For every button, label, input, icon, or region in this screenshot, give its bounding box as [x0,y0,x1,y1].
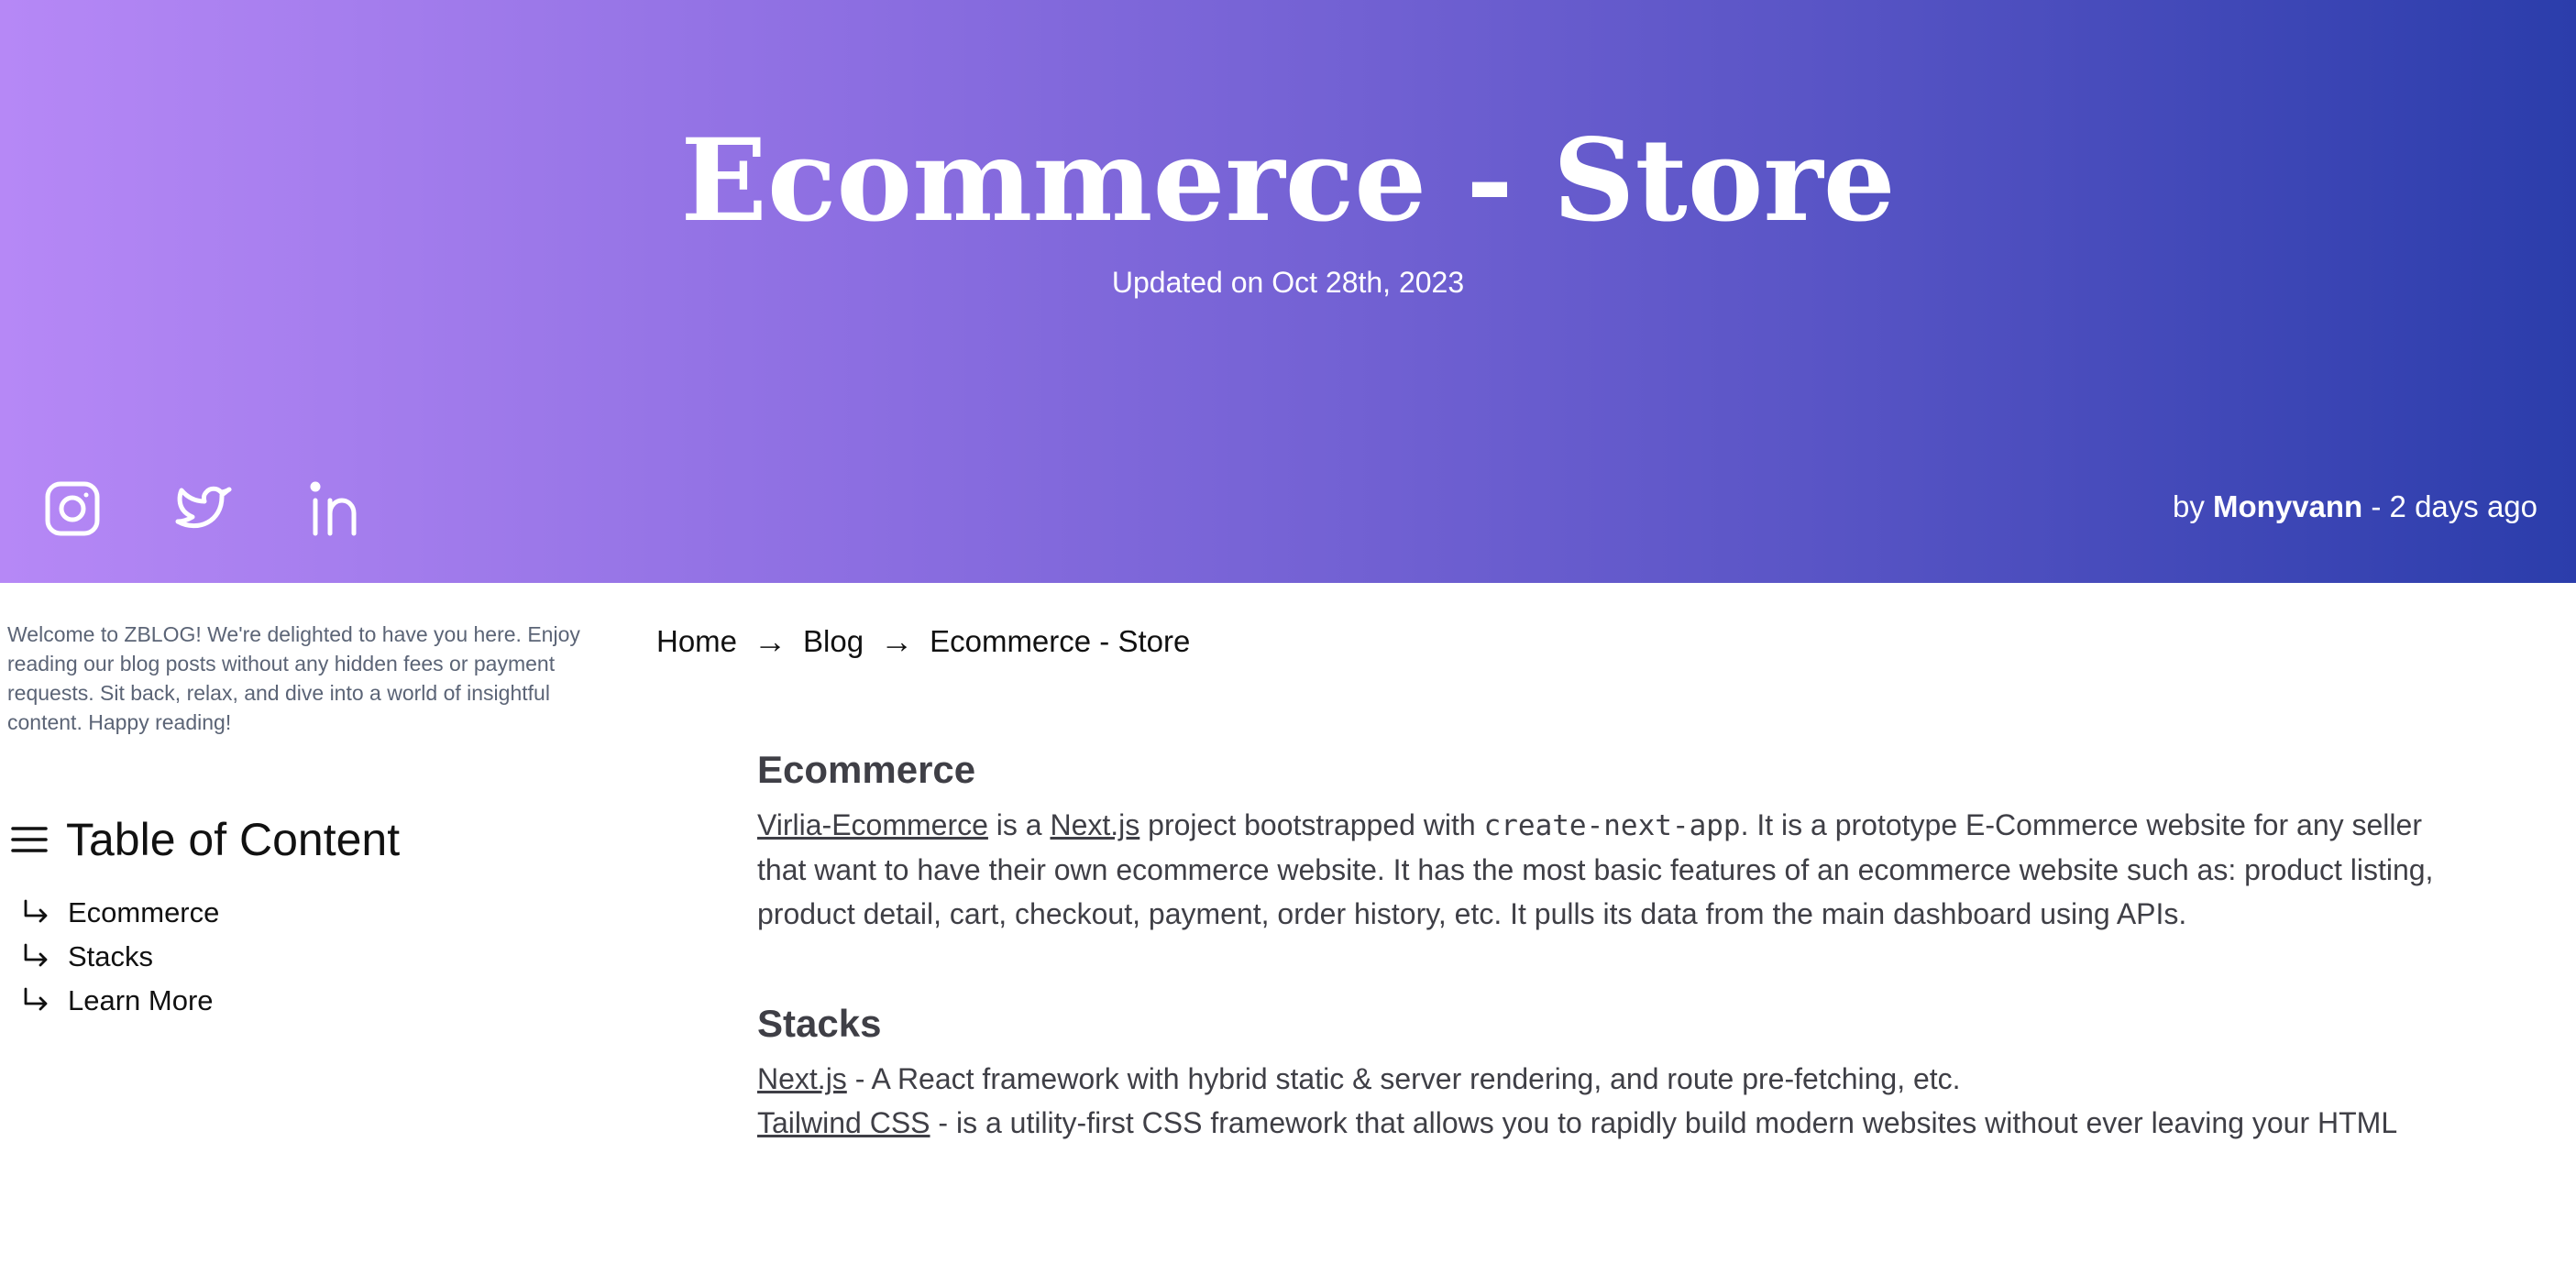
inline-code: create-next-app [1483,809,1741,842]
section-heading-stacks: Stacks [757,1002,882,1045]
breadcrumb-home[interactable]: Home [656,624,737,659]
return-arrow-icon [24,987,48,1011]
page-title: Ecommerce - Store [680,115,1896,247]
paragraph-text: - is a utility-first CSS framework that … [930,1106,2398,1139]
breadcrumb-blog[interactable]: Blog [803,624,864,659]
byline-prefix: by [2173,489,2214,523]
breadcrumb-current: Ecommerce - Store [930,624,1191,658]
toc-title: Table of Content [66,814,401,865]
toc-item-label[interactable]: Ecommerce [68,896,219,929]
toc-item-ecommerce[interactable]: Ecommerce [20,891,219,935]
paragraph-text: project bootstrapped with [1139,808,1484,841]
paragraph-text: - A React framework with hybrid static &… [846,1062,1961,1095]
nextjs-link[interactable]: Next.js [1050,808,1139,841]
breadcrumb-separator: → [754,622,787,660]
table-of-content-header: Table of Content [11,810,400,869]
return-arrow-icon [24,943,48,967]
return-arrow-icon [24,899,48,923]
updated-date: Updated on Oct 28th, 2023 [1111,266,1465,299]
toc-item-label[interactable]: Stacks [68,940,153,973]
tailwind-link[interactable]: Tailwind CSS [757,1106,930,1139]
section-heading-ecommerce: Ecommerce [757,748,976,791]
author-name[interactable]: Monyvann [2213,489,2362,523]
menu-icon[interactable] [11,821,48,858]
byline-time: - 2 days ago [2362,489,2537,523]
stacks-paragraph: Next.js - A React framework with hybrid … [757,1057,2462,1145]
toc-item-learn-more[interactable]: Learn More [20,979,219,1023]
linkedin-icon[interactable] [306,478,367,539]
instagram-icon[interactable] [42,478,103,539]
twitter-icon[interactable] [174,478,235,539]
virlia-ecommerce-link[interactable]: Virlia-Ecommerce [757,808,988,841]
hero-banner: Ecommerce - Store Updated on Oct 28th, 2… [0,0,2576,583]
toc-item-label[interactable]: Learn More [68,984,214,1017]
breadcrumb-separator: → [880,622,914,660]
ecommerce-paragraph: Virlia-Ecommerce is a Next.js project bo… [757,803,2462,936]
toc-list: Ecommerce Stacks Learn More [20,891,219,1023]
author-byline: by Monyvann - 2 days ago [2173,489,2537,524]
welcome-message: Welcome to ZBLOG! We're delighted to hav… [7,622,580,734]
nextjs-stack-link[interactable]: Next.js [757,1062,847,1095]
article-body: Ecommerce Virlia-Ecommerce is a Next.js … [757,742,2462,1145]
paragraph-text: is a [987,808,1051,841]
toc-item-stacks[interactable]: Stacks [20,935,219,979]
breadcrumb: Home → Blog → Ecommerce - Store [656,620,1190,664]
